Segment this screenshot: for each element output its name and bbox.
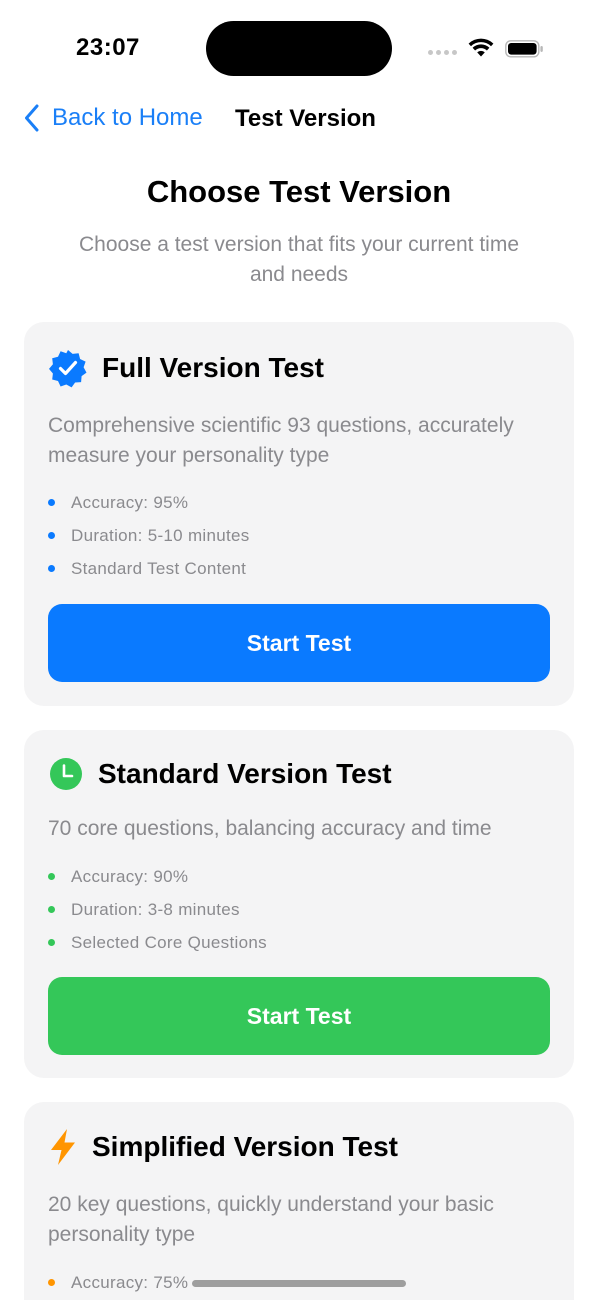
card-title: Standard Version Test [98,758,392,789]
bullet-dot [48,565,55,572]
feature-item: Standard Test Content [48,552,250,585]
feature-item: Duration: 5-10 minutes [48,519,250,552]
verified-badge-icon [49,350,87,388]
back-button[interactable]: Back to Home [24,104,203,132]
back-button-label: Back to Home [52,104,203,131]
page-subtitle: Choose a test version that fits your cur… [78,233,520,286]
bullet-dot [48,873,55,880]
clock-icon [50,758,82,790]
feature-list: Accuracy: 75% [48,1266,188,1299]
feature-item: Accuracy: 75% [48,1266,188,1299]
cellular-signal-icon [428,50,457,55]
lightning-bolt-icon [51,1129,75,1165]
feature-item: Accuracy: 95% [48,486,250,519]
feature-list: Accuracy: 95% Duration: 5-10 minutes Sta… [48,486,250,585]
battery-icon [505,40,543,58]
bullet-dot [48,532,55,539]
bullet-dot [48,939,55,946]
status-bar: 23:07 [0,0,598,96]
feature-item: Selected Core Questions [48,926,267,959]
page-title: Choose Test Version [146,174,452,209]
bullet-dot [48,906,55,913]
card-description: Comprehensive scientific 93 questions, a… [48,414,514,467]
card-title: Simplified Version Test [92,1131,399,1162]
screen: 23:07 Back to Home Test Version Choose T… [0,0,598,1300]
start-full-test-button[interactable]: Start Test [48,604,550,682]
start-standard-test-button[interactable]: Start Test [48,977,550,1055]
feature-list: Accuracy: 90% Duration: 3-8 minutes Sele… [48,860,267,959]
card-description: 70 core questions, balancing accuracy an… [48,817,492,840]
simplified-version-card: Simplified Version Test 20 key questions… [24,1102,574,1300]
status-time: 23:07 [76,34,140,61]
standard-version-card: Standard Version Test 70 core questions,… [24,730,574,1078]
navigation-bar: Back to Home Test Version [0,96,598,144]
card-title: Full Version Test [102,352,324,383]
feature-item: Accuracy: 90% [48,860,267,893]
feature-item: Duration: 3-8 minutes [48,893,267,926]
chevron-left-icon [25,104,39,132]
bullet-dot [48,1279,55,1286]
card-header: Full Version Test [48,348,324,388]
bullet-dot [48,499,55,506]
card-header: Standard Version Test [48,756,392,792]
card-description: 20 key questions, quickly understand you… [48,1193,494,1246]
dynamic-island [206,21,392,76]
full-version-card: Full Version Test Comprehensive scientif… [24,322,574,706]
home-indicator[interactable] [192,1280,406,1287]
wifi-icon [468,38,494,57]
nav-title: Test Version [235,105,376,132]
card-header: Simplified Version Test [48,1128,398,1166]
